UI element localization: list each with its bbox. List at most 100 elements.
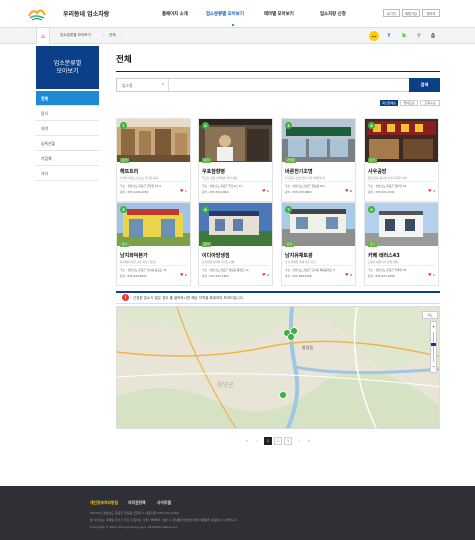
page-3[interactable]: 3	[284, 437, 292, 445]
sidebar-item-lodging[interactable]: 숙박	[36, 121, 99, 136]
shop-photo	[365, 119, 438, 162]
shop-name[interactable]: 이디아방생점	[202, 252, 230, 259]
shop-phone: 문의 : 055-521-4358	[368, 274, 395, 278]
like-count: 6	[267, 189, 269, 193]
heart-icon[interactable]: ♥	[180, 272, 184, 277]
shop-phone: 문의 : 055-532-3365	[202, 274, 229, 278]
category-tag: 음식	[285, 242, 294, 247]
nav-active-indicator	[232, 24, 234, 26]
shop-card[interactable]: 6 음식 이디아방생점 프리미엄 커피와 디저트 카페 주소 : 경상남도 창녕…	[198, 202, 273, 286]
breadcrumb-level2[interactable]: 전체	[109, 33, 116, 38]
sidebar-item-company[interactable]: 기업체	[36, 151, 99, 166]
sidebar-item-farm[interactable]: 농특산물	[36, 136, 99, 151]
alert-icon: !	[122, 294, 129, 301]
shop-map[interactable]: 창녕읍 창녕군	[116, 306, 440, 429]
link-icon[interactable]: ⚲	[414, 31, 424, 41]
page-1[interactable]: 1	[264, 437, 272, 445]
shop-name[interactable]: 남지화덕본가	[120, 252, 148, 259]
next-page-button[interactable]: ›	[295, 437, 303, 445]
shop-desc: 신선한 재료로 만드는 건강한 음식	[120, 176, 159, 180]
sidebar-item-food[interactable]: 음식	[36, 106, 99, 121]
first-page-button[interactable]: «	[243, 437, 251, 445]
divider	[120, 181, 188, 182]
map-type-control[interactable]: 지도	[422, 311, 438, 319]
sort-likes-button[interactable]: 좋아요순	[400, 100, 418, 106]
nav-intro[interactable]: 홈페이지 소개	[162, 11, 188, 17]
shop-photo	[117, 119, 190, 162]
map-marker[interactable]	[287, 333, 295, 341]
like-count: 8	[350, 273, 352, 277]
copyright-policy-link[interactable]: 저작권정책	[128, 500, 145, 506]
divider	[202, 181, 270, 182]
search-button[interactable]: 검색	[409, 78, 440, 92]
kakaostory-icon[interactable]: …	[369, 31, 379, 41]
sort-latest-button[interactable]: 최신업체순	[380, 100, 398, 106]
heart-icon[interactable]: ♥	[428, 188, 432, 193]
shop-address: 주소 : 경상남도 창녕군 우포2로 11	[202, 184, 242, 188]
nav-category[interactable]: 업소분류별 모아보기	[206, 11, 244, 17]
login-button[interactable]: 로그인	[383, 9, 400, 17]
like-count: 9	[185, 273, 187, 277]
heart-icon[interactable]: ♥	[180, 188, 184, 193]
heart-icon[interactable]: ♥	[262, 188, 266, 193]
like-count: 1	[433, 273, 435, 277]
signup-button[interactable]: 회원가입	[402, 9, 420, 17]
sidebar-item-all[interactable]: 전체	[36, 91, 99, 106]
map-label: 창녕군	[217, 381, 234, 389]
shop-card[interactable]: 2 음식 우포참향병 우포늪 청정 자연에서 자란 재료 주소 : 경상남도 창…	[198, 118, 273, 202]
shop-photo	[365, 203, 438, 246]
shop-card[interactable]: 3 기업체 바른전기조명 전기공사 조명 설치 전문 업체입니다 주소 : 경상…	[281, 118, 356, 202]
last-page-button[interactable]: »	[305, 437, 313, 445]
map-notice-text: 근접한 업소가 많은 경우 를 클릭하시면 해당 지역을 확대하여 보여드립니다…	[133, 296, 244, 300]
page-2[interactable]: 2	[274, 437, 282, 445]
shop-name[interactable]: 사우공방	[368, 168, 386, 175]
shop-name[interactable]: 남지유채토광	[285, 252, 313, 259]
privacy-link[interactable]: 개인정보처리방침	[90, 500, 118, 506]
shop-card[interactable]: 8 음식 카페 태리스43 조용한 분위기의 감성 카페 주소 : 경상남도 창…	[364, 202, 439, 286]
shop-name[interactable]: 카페 태리스43	[368, 252, 400, 259]
map-canvas[interactable]: 창녕읍 창녕군	[117, 307, 440, 429]
heart-icon[interactable]: ♥	[428, 272, 432, 277]
heart-icon[interactable]: ♥	[345, 188, 349, 193]
shop-desc: 우포늪 청정 자연에서 자란 재료	[202, 176, 238, 180]
chevron-right-icon: ›	[103, 33, 105, 37]
shop-name[interactable]: 해뜨트리	[120, 168, 138, 175]
sort-views-button[interactable]: 조회수순	[420, 100, 440, 106]
blog-icon[interactable]: b	[399, 31, 409, 41]
sitemap-link[interactable]: 사이트맵	[157, 500, 171, 506]
map-marker[interactable]	[279, 391, 287, 399]
heart-icon[interactable]: ♥	[345, 272, 349, 277]
nav-theme[interactable]: 테마별 모아보기	[264, 11, 294, 17]
divider	[368, 181, 436, 182]
sidebar-title-text: 업소분류별 모아보기	[53, 59, 82, 75]
sidebar-item-etc[interactable]: 기타	[36, 166, 99, 181]
nav-apply[interactable]: 업소자랑 신청	[320, 11, 346, 17]
shop-card[interactable]: 4 음식 사우공방 창녕 전통 음식과 정성 가득한 식당 주소 : 경상남도 …	[364, 118, 439, 202]
zoom-in-icon[interactable]: +	[432, 324, 435, 329]
facebook-icon[interactable]: f	[384, 31, 394, 41]
like-count: 2	[267, 273, 269, 277]
map-label: 창녕읍	[302, 344, 313, 350]
prev-page-button[interactable]: ‹	[253, 437, 261, 445]
category-tag: 음식	[368, 242, 377, 247]
breadcrumb-level1[interactable]: 업소분류별 모아보기	[60, 33, 91, 38]
site-logo[interactable]	[27, 6, 47, 22]
shop-card[interactable]: 7 음식 남지유채토광 남지 유채꽃 축제 인근 맛집 주소 : 경상남도 창녕…	[281, 202, 356, 286]
zoom-handle[interactable]	[431, 343, 436, 346]
zoom-out-icon[interactable]: −	[432, 364, 435, 369]
shop-photo	[117, 203, 190, 246]
shop-card[interactable]: 1 음식 해뜨트리 신선한 재료로 만드는 건강한 음식 주소 : 경상남도 창…	[116, 118, 191, 202]
home-icon[interactable]: ⌂	[36, 28, 50, 44]
print-icon[interactable]: ⎙	[428, 31, 438, 41]
category-tag: 음식	[120, 158, 129, 163]
divider	[368, 265, 436, 266]
shop-name[interactable]: 우포참향병	[202, 168, 225, 175]
shop-name[interactable]: 바른전기조명	[285, 168, 313, 175]
heart-icon[interactable]: ♥	[262, 272, 266, 277]
shop-card[interactable]: 5 음식 남지화덕본가 화덕에서 직접 구운 피자 전문점 주소 : 경상남도 …	[116, 202, 191, 286]
shop-desc: 조용한 분위기의 감성 카페	[368, 260, 398, 264]
site-title[interactable]: 우리동네 업소자랑	[63, 9, 109, 18]
shop-address: 주소 : 경상남도 창녕군 부곡면 43	[368, 268, 407, 272]
zoom-slider[interactable]	[433, 332, 434, 362]
admin-button[interactable]: 관리자	[422, 9, 440, 17]
